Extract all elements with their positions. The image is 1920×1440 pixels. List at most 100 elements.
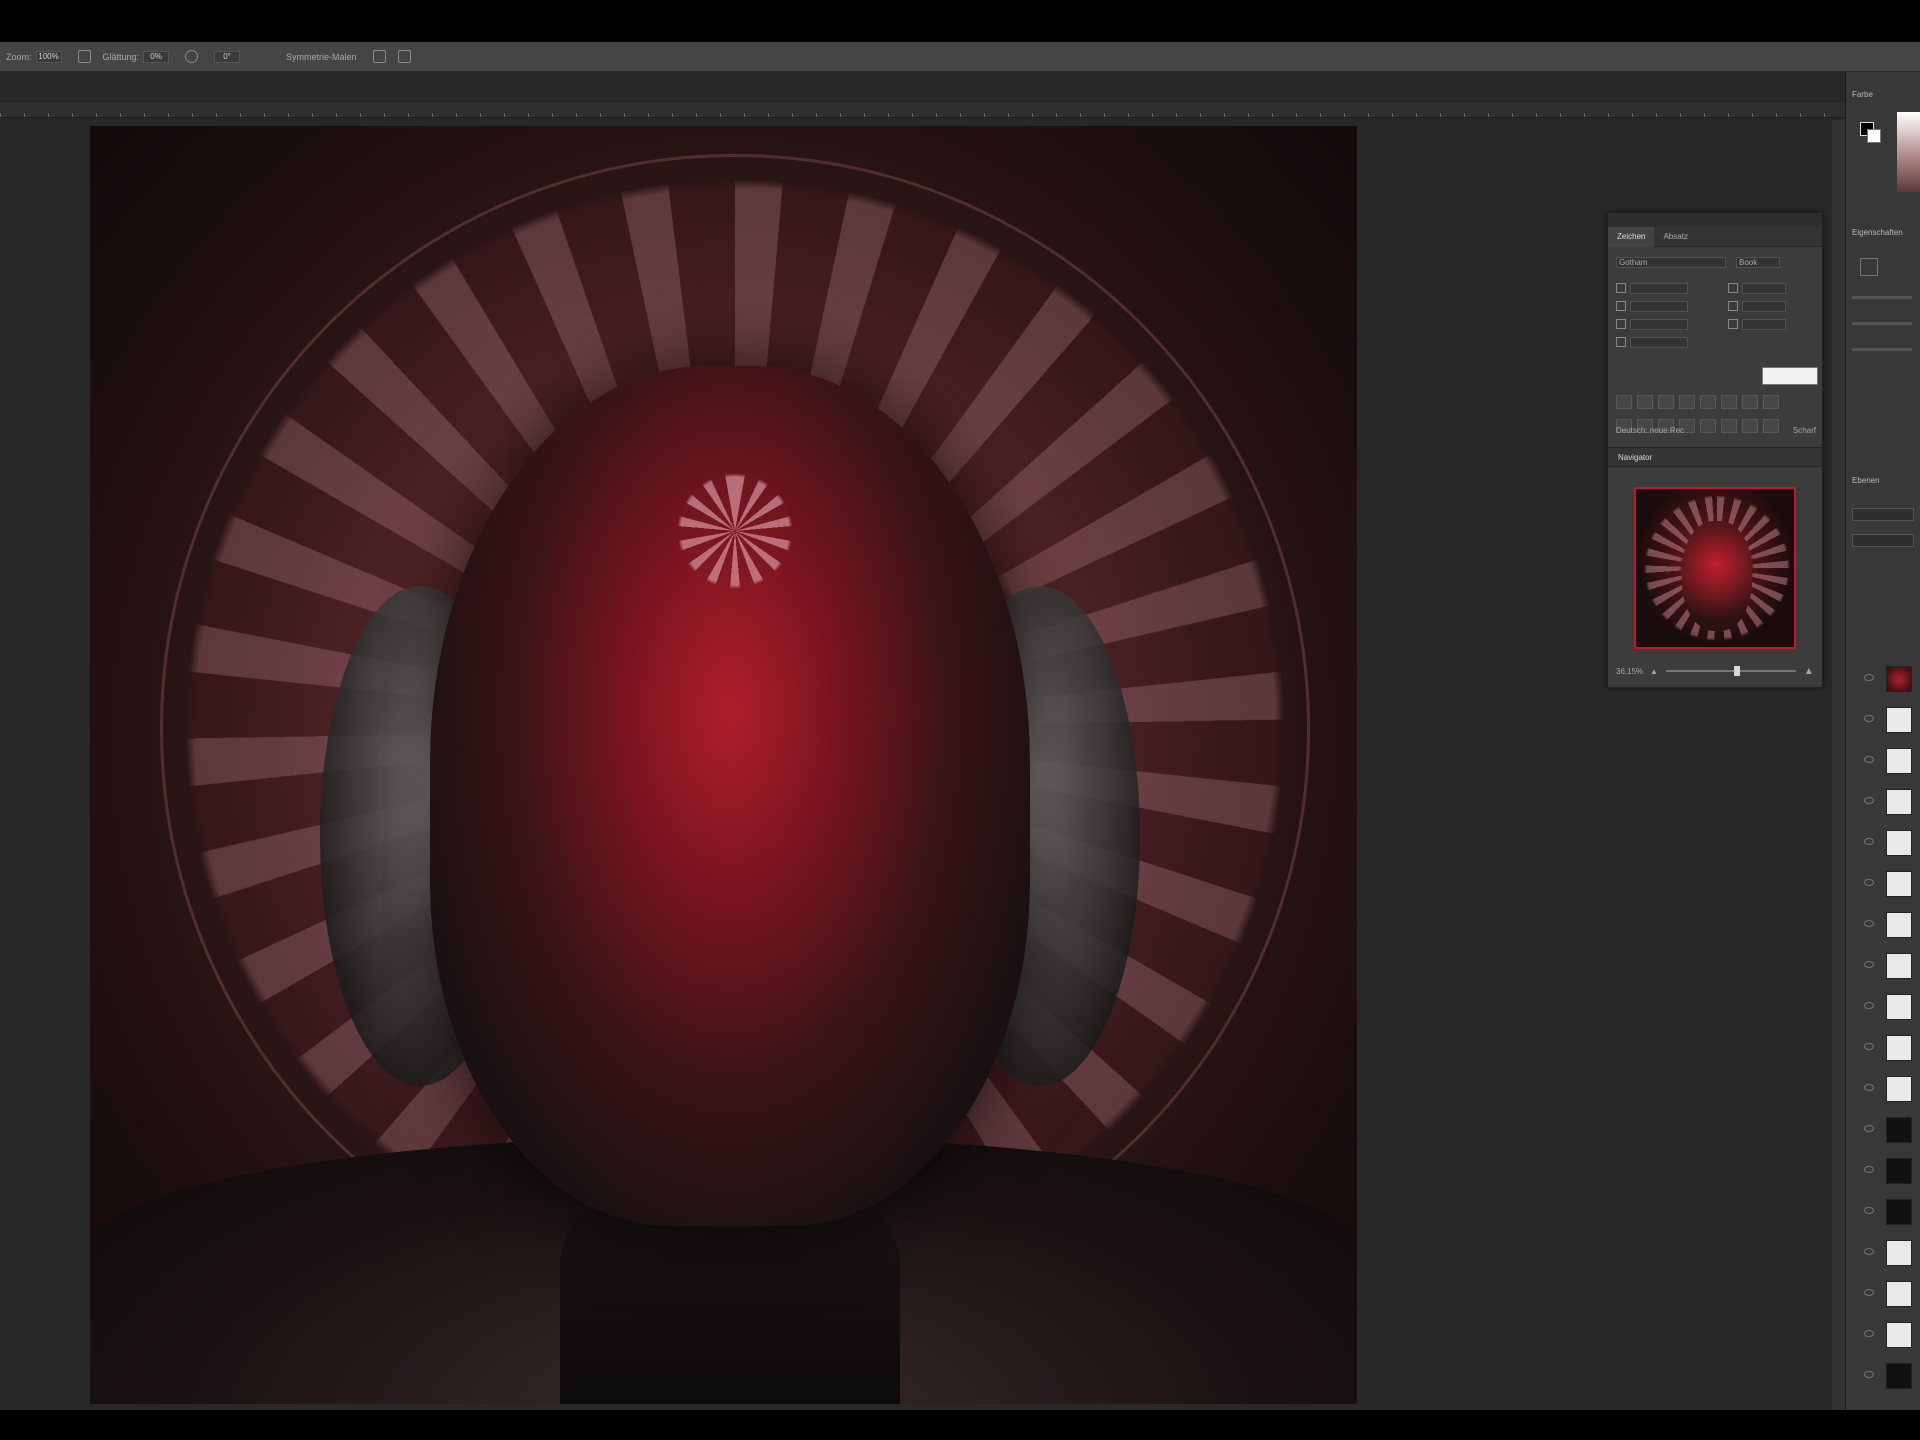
eye-icon[interactable] [1864,1330,1874,1337]
all-caps-button[interactable] [1658,395,1674,409]
leading-field[interactable] [1742,282,1786,294]
layer-row[interactable] [1846,705,1920,735]
eye-icon[interactable] [1864,674,1874,681]
zoom-in-icon[interactable]: ▲ [1804,666,1814,677]
layer-thumbnail [1886,871,1912,897]
navigator-zoom-slider[interactable] [1665,666,1796,676]
properties-panel-header[interactable]: Eigenschaften [1852,228,1903,242]
layer-row[interactable] [1846,869,1920,899]
faux-italic-button[interactable] [1637,395,1653,409]
eye-icon[interactable] [1864,797,1874,804]
angle-option[interactable]: 0° [210,50,241,63]
layer-row[interactable] [1846,1238,1920,1268]
baseline-shift-icon [1616,337,1626,347]
bottom-black-bar [0,1410,1920,1440]
layer-row[interactable] [1846,910,1920,940]
subscript-button[interactable] [1721,395,1737,409]
layer-row[interactable] [1846,951,1920,981]
background-color-swatch[interactable] [1867,129,1881,143]
pressure-icon[interactable] [372,50,386,63]
language-select[interactable]: Deutsch: neue Rec [1616,426,1684,435]
layer-row[interactable] [1846,1156,1920,1186]
eye-icon[interactable] [1864,1043,1874,1050]
tab-paragraph[interactable]: Absatz [1654,227,1696,247]
eye-icon[interactable] [1864,1371,1874,1378]
eye-icon[interactable] [1864,838,1874,845]
blend-mode-select[interactable] [1852,534,1914,547]
layer-thumbnail [1886,953,1912,979]
window-title-bar [0,0,1920,42]
font-family-select[interactable]: Gotham [1616,256,1726,268]
strikethrough-button[interactable] [1763,395,1779,409]
eye-icon[interactable] [1864,1125,1874,1132]
layer-row[interactable] [1846,1115,1920,1145]
navigator-header[interactable]: Navigator [1608,447,1822,467]
layer-thumbnail [1886,830,1912,856]
vertical-scale-icon [1616,319,1626,329]
eye-icon[interactable] [1864,1166,1874,1173]
faux-bold-button[interactable] [1616,395,1632,409]
panel-title-bar[interactable] [1608,213,1822,227]
eye-icon[interactable] [1864,1207,1874,1214]
eye-icon[interactable] [1864,920,1874,927]
angle-field[interactable]: 0° [214,50,241,63]
vertical-scale-field[interactable] [1630,318,1688,330]
tracking-field[interactable] [1742,300,1786,312]
layer-row[interactable] [1846,992,1920,1022]
zoom-field[interactable]: 100% [35,50,62,63]
eye-icon[interactable] [1864,1084,1874,1091]
smoothing-field[interactable]: 0% [143,50,170,63]
eye-icon[interactable] [1864,879,1874,886]
layer-row[interactable] [1846,787,1920,817]
navigator-zoom-readout[interactable]: 36,15% [1616,667,1650,676]
layer-row[interactable] [1846,1279,1920,1309]
font-size-field[interactable] [1630,282,1688,294]
superscript-button[interactable] [1700,395,1716,409]
tab-character[interactable]: Zeichen [1608,226,1655,247]
document-canvas[interactable] [90,126,1357,1404]
layer-row[interactable] [1846,1197,1920,1227]
navigator-zoom-slider-knob[interactable] [1734,666,1741,676]
language-row: Deutsch: neue Rec Scharf [1616,423,1816,437]
eye-icon[interactable] [1864,961,1874,968]
eye-icon[interactable] [1864,1002,1874,1009]
layer-row[interactable] [1846,1361,1920,1391]
tracking-icon [1728,301,1738,311]
underline-button[interactable] [1742,395,1758,409]
text-color-swatch[interactable] [1762,367,1818,385]
eye-icon[interactable] [1864,756,1874,763]
horizontal-scale-field[interactable] [1742,318,1786,330]
brush-settings-icon[interactable] [77,50,91,63]
font-style-select[interactable]: Book [1736,256,1780,268]
butterfly-icon[interactable] [397,50,411,63]
eye-icon[interactable] [1864,1248,1874,1255]
navigator-preview-head [1682,521,1752,631]
zoom-option[interactable]: Zoom: 100% [6,50,62,63]
navigator-preview[interactable] [1634,487,1796,649]
layer-filter-search[interactable] [1852,508,1914,521]
baseline-shift-field[interactable] [1630,336,1688,348]
layer-row[interactable] [1846,1320,1920,1350]
horizontal-ruler[interactable] [0,102,1845,118]
antialias-select[interactable]: Scharf [1793,426,1816,435]
zoom-out-icon[interactable]: ▲ [1650,667,1658,676]
layer-thumbnail [1886,1035,1912,1061]
layer-thumbnail [1886,789,1912,815]
panel-divider[interactable] [1832,120,1845,1410]
layer-row[interactable] [1846,664,1920,694]
layer-row[interactable] [1846,1074,1920,1104]
layer-row[interactable] [1846,1033,1920,1063]
color-panel-header[interactable]: Farbe [1852,90,1873,104]
eye-icon[interactable] [1864,715,1874,722]
small-caps-button[interactable] [1679,395,1695,409]
layer-thumbnail [1886,912,1912,938]
gear-icon[interactable] [185,50,199,63]
smoothing-option[interactable]: Glättung: 0% [103,50,170,63]
layer-row[interactable] [1846,746,1920,776]
symmetry-option[interactable]: Symmetrie-Malen [286,52,357,62]
color-gradient-field[interactable] [1897,112,1920,192]
kerning-field[interactable] [1630,300,1688,312]
eye-icon[interactable] [1864,1289,1874,1296]
layers-panel-header[interactable]: Ebenen [1852,476,1880,490]
layer-row[interactable] [1846,828,1920,858]
